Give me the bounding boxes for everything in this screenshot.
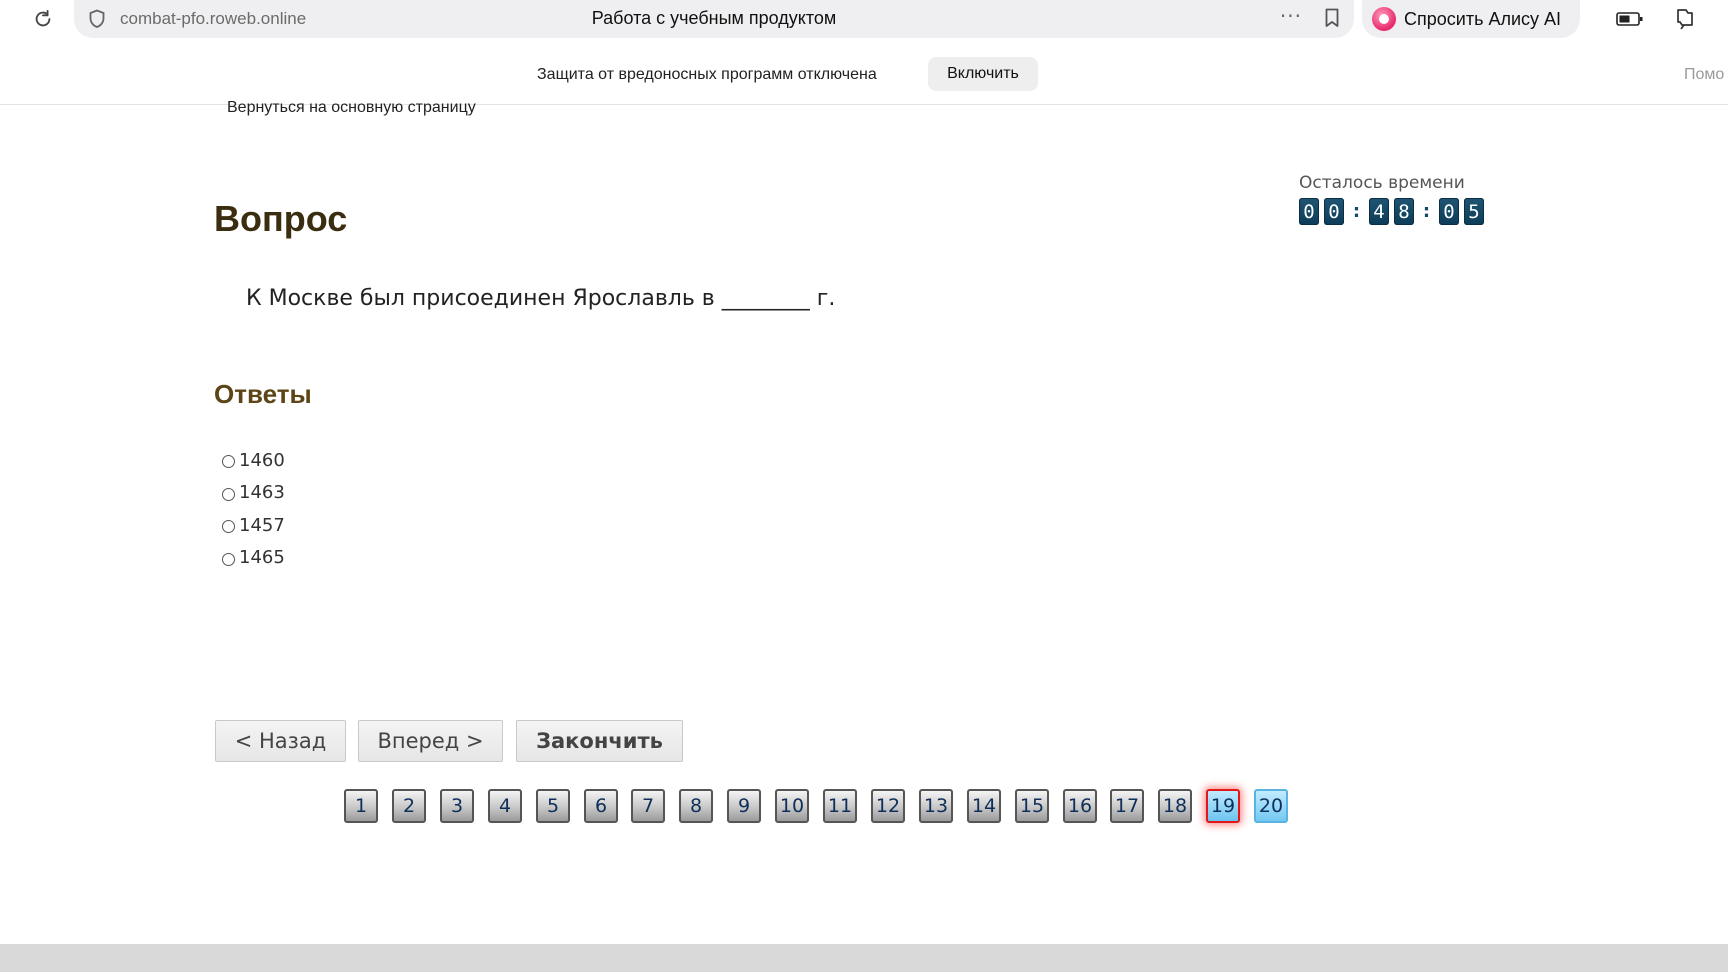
page-button-20[interactable]: 20 xyxy=(1254,789,1288,823)
timer-digit: 8 xyxy=(1394,198,1414,225)
page-button-13[interactable]: 13 xyxy=(919,789,953,823)
page-button-15[interactable]: 15 xyxy=(1015,789,1049,823)
radio-button[interactable] xyxy=(222,455,235,469)
bookmark-icon[interactable] xyxy=(1324,8,1340,32)
page-button-8[interactable]: 8 xyxy=(679,789,713,823)
more-icon[interactable]: ··· xyxy=(1280,4,1302,28)
help-link[interactable]: Помо xyxy=(1684,66,1724,84)
page-button-4[interactable]: 4 xyxy=(488,789,522,823)
extensions-icon[interactable] xyxy=(1672,6,1698,36)
answer-label[interactable]: 1457 xyxy=(239,515,285,536)
page-button-17[interactable]: 17 xyxy=(1110,789,1144,823)
bottom-band xyxy=(0,944,1728,972)
page-button-16[interactable]: 16 xyxy=(1063,789,1097,823)
ask-alice-button[interactable]: Спросить Алису AI xyxy=(1362,0,1580,38)
timer-separator: : xyxy=(1422,201,1431,222)
ask-alice-label: Спросить Алису AI xyxy=(1404,8,1562,29)
radio-button[interactable] xyxy=(222,520,235,534)
question-heading: Вопрос xyxy=(214,198,348,239)
address-bar[interactable]: combat-pfo.roweb.online Работа с учебным… xyxy=(74,0,1354,38)
page-button-5[interactable]: 5 xyxy=(536,789,570,823)
page-button-9[interactable]: 9 xyxy=(727,789,761,823)
timer-digit: 0 xyxy=(1324,198,1344,225)
reload-icon[interactable] xyxy=(30,6,56,32)
next-button[interactable]: Вперед > xyxy=(358,720,503,762)
timer-digit: 0 xyxy=(1439,198,1459,225)
answer-label[interactable]: 1463 xyxy=(239,482,285,503)
page-button-12[interactable]: 12 xyxy=(871,789,905,823)
radio-button[interactable] xyxy=(222,487,235,501)
page-button-2[interactable]: 2 xyxy=(392,789,426,823)
question-text: К Москве был присоединен Ярославль в ___… xyxy=(246,286,836,311)
browser-toolbar: combat-pfo.roweb.online Работа с учебным… xyxy=(0,0,1728,40)
answer-option[interactable]: 1463 xyxy=(222,477,285,510)
answer-option[interactable]: 1460 xyxy=(222,444,285,477)
protection-infobar: Защита от вредоносных программ отключена… xyxy=(0,52,1728,105)
timer-digit: 0 xyxy=(1299,198,1319,225)
answer-label[interactable]: 1465 xyxy=(239,547,285,568)
page-button-14[interactable]: 14 xyxy=(967,789,1001,823)
timer-separator: : xyxy=(1352,201,1361,222)
finish-button[interactable]: Закончить xyxy=(516,720,683,762)
page-button-7[interactable]: 7 xyxy=(631,789,665,823)
answer-option[interactable]: 1465 xyxy=(222,542,285,575)
radio-button[interactable] xyxy=(222,552,235,566)
countdown-timer: 0 0 : 4 8 : 0 5 xyxy=(1299,198,1489,225)
timer-digit: 4 xyxy=(1369,198,1389,225)
answer-option[interactable]: 1457 xyxy=(222,509,285,542)
answer-list: 1460 1463 1457 1465 xyxy=(222,444,285,574)
battery-icon xyxy=(1616,11,1644,31)
page-button-3[interactable]: 3 xyxy=(440,789,474,823)
page-button-1[interactable]: 1 xyxy=(344,789,378,823)
tab-page-title: Работа с учебным продуктом xyxy=(591,8,837,28)
timer-label: Осталось времени xyxy=(1299,173,1465,193)
page-button-18[interactable]: 18 xyxy=(1158,789,1192,823)
page-button-6[interactable]: 6 xyxy=(584,789,618,823)
page-button-10[interactable]: 10 xyxy=(775,789,809,823)
back-button[interactable]: < Назад xyxy=(215,720,346,762)
timer-digit: 5 xyxy=(1464,198,1484,225)
page-button-19[interactable]: 19 xyxy=(1206,789,1240,823)
back-to-main-link[interactable]: Вернуться на основную страницу xyxy=(227,99,476,117)
page-button-11[interactable]: 11 xyxy=(823,789,857,823)
answer-label[interactable]: 1460 xyxy=(239,450,285,471)
protection-message: Защита от вредоносных программ отключена xyxy=(537,66,877,83)
answers-heading: Ответы xyxy=(214,379,312,409)
alice-icon xyxy=(1372,7,1396,31)
enable-protection-button[interactable]: Включить xyxy=(928,57,1038,91)
